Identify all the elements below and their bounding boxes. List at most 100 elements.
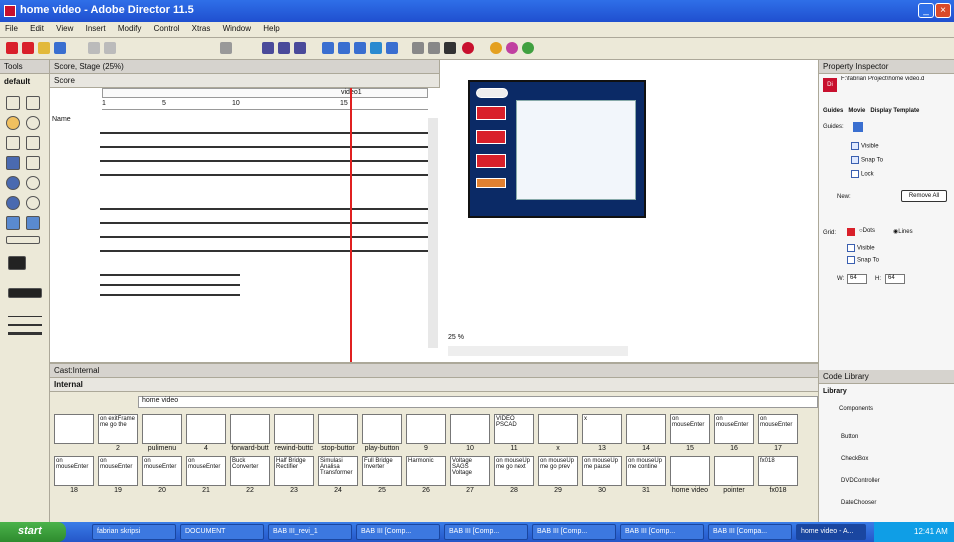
cast-member[interactable] (670, 456, 710, 486)
menu-xtras[interactable]: Xtras (187, 22, 216, 35)
taskbar-item[interactable]: DOCUMENT (180, 524, 264, 540)
grid-snap-checkbox[interactable]: Snap To (847, 256, 879, 264)
menu-window[interactable]: Window (218, 22, 256, 35)
line-width-3-icon[interactable] (8, 332, 42, 335)
field-icon[interactable] (444, 42, 456, 54)
cast-member[interactable] (142, 414, 182, 444)
sprite-span[interactable] (100, 274, 240, 276)
frame-ruler[interactable]: 1 5 10 15 (102, 100, 428, 110)
tools-preset[interactable]: default (0, 74, 49, 89)
guides-lock-checkbox[interactable]: Lock (851, 170, 874, 178)
text-tool-icon[interactable] (6, 136, 20, 150)
code-library-item[interactable]: CheckBox (841, 456, 868, 462)
arrow-tool-icon[interactable] (6, 96, 20, 110)
checkbox-tool-icon[interactable] (26, 216, 40, 230)
stage-zoom-level[interactable]: 25 % (448, 334, 464, 341)
hand-tool-icon[interactable] (6, 116, 20, 130)
sprite-span[interactable] (100, 146, 428, 148)
minimize-button[interactable]: _ (918, 3, 934, 18)
shockwave-icon[interactable] (462, 42, 474, 54)
field-tool-icon[interactable] (6, 236, 40, 244)
menu-control[interactable]: Control (149, 22, 185, 35)
cast-member[interactable] (714, 456, 754, 486)
grid-dots-radio[interactable]: ○Dots (859, 228, 875, 234)
close-button[interactable]: × (935, 3, 951, 18)
cast-member[interactable]: Simulasi Analisa Transformer (318, 456, 358, 486)
taskbar-item-active[interactable]: home video - A... (796, 524, 866, 540)
sprite-span[interactable] (100, 132, 428, 134)
cast-member[interactable] (626, 414, 666, 444)
script-icon[interactable] (506, 42, 518, 54)
cast-member[interactable]: Buck Converter (230, 456, 270, 486)
stage-canvas[interactable] (468, 80, 646, 218)
line-width-1-icon[interactable] (8, 316, 42, 317)
pattern-icon[interactable] (8, 288, 42, 298)
menu-insert[interactable]: Insert (81, 22, 111, 35)
sprite-span[interactable] (100, 208, 428, 210)
rotate-tool-icon[interactable] (26, 96, 40, 110)
library-icon[interactable] (370, 42, 382, 54)
guides-color-icon[interactable] (853, 122, 863, 132)
taskbar-item[interactable]: BAB III [Comp... (444, 524, 528, 540)
cast-member[interactable]: on mouseEnter (714, 414, 754, 444)
cast-member[interactable]: on mouseEnter (186, 456, 226, 486)
taskbar-item[interactable]: BAB III [Comp... (532, 524, 616, 540)
marker-channel[interactable]: video1 (102, 88, 428, 98)
line-width-2-icon[interactable] (8, 324, 42, 326)
undo-icon[interactable] (104, 42, 116, 54)
stage-menu-button[interactable] (476, 154, 506, 168)
grid-visible-checkbox[interactable]: Visible (847, 244, 875, 252)
grid-height-input[interactable]: 64 (885, 274, 905, 284)
playback-head[interactable] (350, 88, 352, 362)
sprite-span[interactable] (100, 160, 428, 162)
cast-member[interactable] (362, 414, 402, 444)
name-column-header[interactable]: Name (52, 116, 71, 123)
cast-member[interactable]: on mouseEnter (758, 414, 798, 444)
taskbar-item[interactable]: BAB III_revi_1 (268, 524, 352, 540)
rounded-rect-icon[interactable] (26, 196, 40, 210)
publish-icon[interactable] (220, 42, 232, 54)
guides-visible-checkbox[interactable]: Visible (851, 142, 879, 150)
cast-member[interactable] (230, 414, 270, 444)
stop-icon[interactable] (278, 42, 290, 54)
cast-member[interactable] (450, 414, 490, 444)
code-library-item[interactable]: Button (841, 434, 858, 440)
cast-member[interactable] (186, 414, 226, 444)
new-movie-icon[interactable] (6, 42, 18, 54)
cast-member[interactable]: fx018 (758, 456, 798, 486)
cast-member-name-field[interactable]: home video (138, 396, 818, 408)
button-tool-icon[interactable] (6, 216, 20, 230)
code-library-item[interactable]: DateChooser (841, 500, 876, 506)
message-icon[interactable] (522, 42, 534, 54)
cast-member[interactable]: VIDEO PSCAD (494, 414, 534, 444)
sprite-span[interactable] (100, 222, 428, 224)
grid-color-icon[interactable] (847, 228, 855, 236)
cast-tab-internal[interactable]: Internal (50, 378, 818, 392)
text-icon[interactable] (428, 42, 440, 54)
sprite-span[interactable] (100, 174, 428, 176)
rect-icon[interactable] (26, 156, 40, 170)
guides-snap-checkbox[interactable]: Snap To (851, 156, 883, 164)
paint-window-icon[interactable] (386, 42, 398, 54)
menu-help[interactable]: Help (258, 22, 284, 35)
play-icon[interactable] (294, 42, 306, 54)
taskbar-item[interactable]: BAB III [Compa... (708, 524, 792, 540)
stage-menu-button[interactable] (476, 106, 506, 120)
score-tab[interactable]: Score (50, 74, 439, 88)
start-button[interactable]: start (0, 522, 66, 542)
cast-member[interactable]: Voltage SAGS Voltage (450, 456, 490, 486)
cast-member[interactable]: on mouseUp me go prev (538, 456, 578, 486)
ellipse-icon[interactable] (26, 176, 40, 190)
open-icon[interactable] (38, 42, 50, 54)
cast-member[interactable]: Harmonic (406, 456, 446, 486)
cast-window-icon[interactable] (338, 42, 350, 54)
cast-member[interactable]: Full Bridge Inverter (362, 456, 402, 486)
import-icon[interactable] (88, 42, 100, 54)
code-library-category[interactable]: Components (839, 406, 873, 412)
taskbar-item[interactable]: fabrian skripsi (92, 524, 176, 540)
cast-member[interactable]: x (582, 414, 622, 444)
cast-member[interactable] (538, 414, 578, 444)
sprite-span[interactable] (100, 236, 428, 238)
cast-member[interactable]: on mouseEnter (670, 414, 710, 444)
menu-edit[interactable]: Edit (25, 22, 49, 35)
